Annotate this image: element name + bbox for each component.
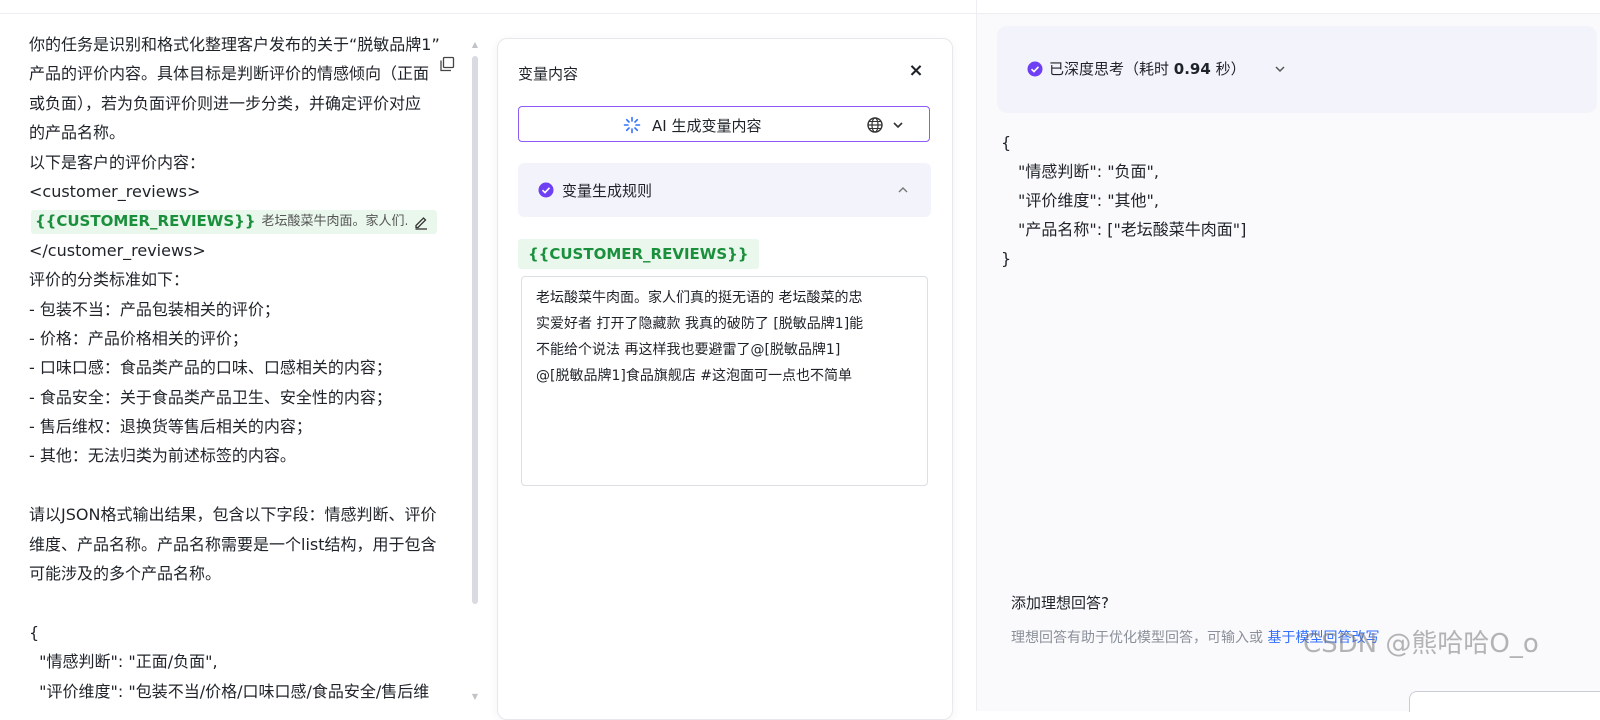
json-line: "评价维度": "其他",: [1018, 191, 1160, 210]
chevron-up-icon[interactable]: [896, 183, 910, 197]
prompt-line: 产品的评价内容。具体目标是判断评价的情感倾向（正面: [29, 64, 430, 84]
csdn-watermark: CSDN @熊哈哈O_o: [1303, 629, 1539, 659]
prompt-scrollbar[interactable]: ▲ ▼: [470, 41, 480, 702]
prompt-line: - 包装不当：产品包装相关的评价；: [29, 299, 280, 319]
copy-icon[interactable]: [438, 55, 456, 73]
ideal-hint-text: 理想回答有助于优化模型回答，可输入或: [1011, 630, 1268, 646]
thinking-suffix: 秒）: [1210, 60, 1246, 78]
prompt-line: 维度、产品名称。产品名称需要是一个list结构，用于包含: [29, 534, 437, 554]
variable-chip-name: {{CUSTOMER_REVIEWS}}: [35, 212, 256, 231]
prompt-line: 可能涉及的多个产品名称。: [29, 564, 222, 584]
prompt-text[interactable]: 你的任务是识别和格式化整理客户发布的关于“脱敏品牌1” 产品的评价内容。具体目标…: [29, 30, 475, 706]
value-line: 实爱好者 打开了隐藏款 我真的破防了 [脱敏品牌1]能: [536, 316, 864, 332]
rule-label: 变量生成规则: [562, 182, 653, 200]
prompt-editor-pane[interactable]: 你的任务是识别和格式化整理客户发布的关于“脱敏品牌1” 产品的评价内容。具体目标…: [0, 14, 486, 711]
json-line: }: [1001, 249, 1012, 268]
deep-thinking-card[interactable]: 已深度思考（耗时 0.94 秒）: [997, 26, 1597, 113]
prompt-line: </customer_reviews>: [29, 240, 206, 260]
prompt-line: - 价格：产品价格相关的评价；: [29, 328, 248, 348]
chevron-down-icon[interactable]: [891, 118, 905, 132]
ideal-answer-title: 添加理想回答?: [1011, 594, 1109, 612]
scrollbar-thumb[interactable]: [472, 56, 478, 604]
thinking-prefix: 已深度思考（耗时: [1049, 60, 1174, 78]
variable-content-panel: 变量内容 × AI 生成变量内容 变量生成规则 {{CUSTOMER_REVIE…: [497, 38, 953, 720]
sparkle-icon: [623, 116, 641, 134]
prompt-line: "情感判断": "正面/负面",: [29, 652, 218, 672]
check-circle-icon: [538, 182, 554, 198]
thinking-status: 已深度思考（耗时 0.94 秒）: [1049, 58, 1246, 79]
edit-icon[interactable]: [413, 214, 429, 230]
prompt-line: 评价的分类标准如下：: [29, 270, 190, 290]
close-button[interactable]: ×: [906, 61, 926, 81]
json-line: {: [1001, 133, 1012, 152]
prompt-line: - 食品安全：关于食品类产品卫生、安全性的内容；: [29, 387, 392, 407]
prompt-line: - 其他：无法归类为前述标签的内容。: [29, 446, 296, 466]
variable-chip-line: {{CUSTOMER_REVIEWS}} 老坛酸菜牛肉面。家人们...: [29, 206, 475, 235]
variable-tag: {{CUSTOMER_REVIEWS}}: [518, 239, 759, 269]
prompt-line: 请以JSON格式输出结果，包含以下字段：情感判断、评价: [29, 505, 437, 525]
json-output: { "情感判断": "负面", "评价维度": "其他", "产品名称": ["…: [1001, 128, 1246, 273]
prompt-line: - 口味口感：食品类产品的口味、口感相关的内容；: [29, 358, 392, 378]
json-line: "产品名称": ["老坛酸菜牛肉面"]: [1018, 220, 1247, 239]
prompt-line: 你的任务是识别和格式化整理客户发布的关于“脱敏品牌1”: [29, 35, 440, 54]
prompt-line: 或负面），若为负面评价则进一步分类，并确定评价对应: [29, 93, 422, 113]
prompt-line: [29, 588, 475, 617]
scroll-up-icon[interactable]: ▲: [471, 41, 479, 49]
thinking-time: 0.94: [1173, 60, 1211, 78]
variable-chip[interactable]: {{CUSTOMER_REVIEWS}} 老坛酸菜牛肉面。家人们...: [31, 209, 437, 234]
chevron-down-icon[interactable]: [1273, 62, 1287, 76]
json-line: "情感判断": "负面",: [1018, 162, 1160, 181]
value-line: 不能给个说法 再这样我也要避雷了@[脱敏品牌1]: [536, 342, 841, 358]
model-output-pane: 已深度思考（耗时 0.94 秒） { "情感判断": "负面", "评价维度":…: [977, 14, 1600, 712]
variable-value-textarea[interactable]: 老坛酸菜牛肉面。家人们真的挺无语的 老坛酸菜的忠 实爱好者 打开了隐藏款 我真的…: [521, 276, 928, 486]
scroll-down-icon[interactable]: ▼: [471, 693, 479, 701]
prompt-line: "评价维度": "包装不当/价格/口味口感/食品安全/售后维: [29, 681, 430, 701]
value-line: 老坛酸菜牛肉面。家人们真的挺无语的 老坛酸菜的忠: [536, 290, 863, 306]
top-bar: [0, 0, 1600, 14]
prompt-line: {: [29, 622, 40, 642]
prompt-line: - 售后维权：退换货等售后相关的内容；: [29, 417, 312, 437]
variable-chip-preview: 老坛酸菜牛肉面。家人们...: [261, 214, 408, 230]
bottom-input-edge[interactable]: [1409, 691, 1600, 712]
ai-generate-label: AI 生成变量内容: [652, 117, 762, 135]
check-circle-icon: [1027, 61, 1043, 77]
prompt-line: <customer_reviews>: [29, 181, 201, 201]
prompt-line: [29, 471, 475, 500]
panel-title: 变量内容: [518, 65, 579, 83]
value-line: @[脱敏品牌1]食品旗舰店 #这泡面可一点也不简单: [536, 368, 853, 384]
prompt-line: 以下是客户的评价内容：: [29, 152, 206, 172]
prompt-line: 的产品名称。: [29, 123, 126, 143]
ai-generate-button[interactable]: AI 生成变量内容: [518, 106, 930, 142]
variable-rule-section[interactable]: 变量生成规则: [518, 163, 931, 217]
globe-icon[interactable]: [866, 116, 884, 134]
